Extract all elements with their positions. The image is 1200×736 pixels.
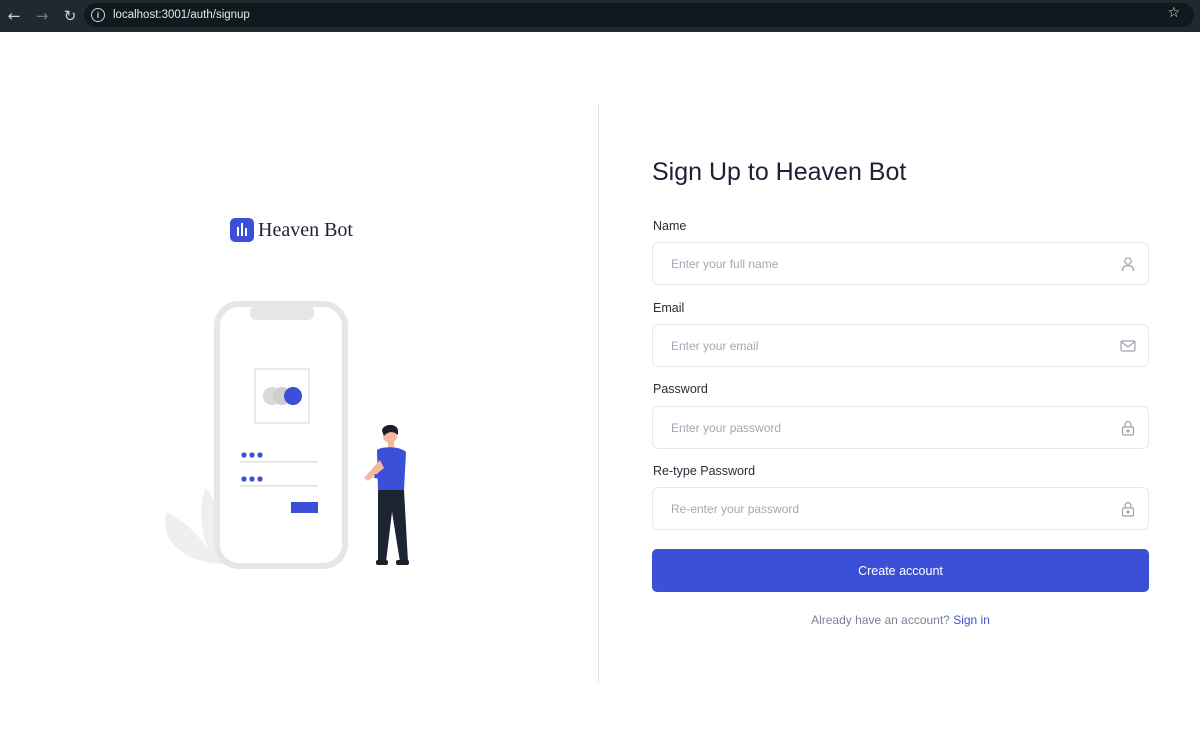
vertical-divider	[598, 103, 599, 683]
retype-password-field[interactable]	[652, 487, 1149, 530]
signin-prompt-text: Already have an account?	[811, 613, 950, 627]
email-label: Email	[653, 301, 685, 315]
browser-toolbar: ← → ↻ i localhost:3001/auth/signup ☆	[0, 0, 1200, 32]
lock-icon	[1121, 420, 1135, 436]
email-field[interactable]	[652, 324, 1149, 367]
retype-password-input[interactable]	[653, 488, 1148, 529]
page-title: Sign Up to Heaven Bot	[652, 158, 907, 186]
user-icon	[1121, 257, 1135, 272]
site-info-icon[interactable]: i	[91, 8, 105, 22]
signin-link[interactable]: Sign in	[953, 613, 990, 627]
reload-icon[interactable]: ↻	[56, 2, 84, 30]
address-bar[interactable]: i localhost:3001/auth/signup	[84, 3, 1194, 27]
phone-side-button	[343, 366, 347, 396]
brand-name: Heaven Bot	[258, 218, 353, 241]
phone-submit-bar	[291, 502, 318, 513]
email-input[interactable]	[653, 325, 1148, 366]
lock-icon	[1121, 501, 1135, 517]
bar-chart-icon	[230, 218, 254, 242]
password-input[interactable]	[653, 407, 1148, 448]
password-label: Password	[653, 382, 708, 396]
retype-password-label: Re-type Password	[653, 464, 756, 478]
name-label: Name	[653, 219, 687, 233]
password-field[interactable]	[652, 406, 1149, 449]
forward-icon[interactable]: →	[28, 2, 56, 30]
phone-notch	[250, 306, 314, 320]
name-input[interactable]	[653, 243, 1148, 284]
phone-frame	[214, 301, 348, 569]
person-figure	[364, 424, 409, 565]
signup-illustration	[164, 301, 409, 569]
brand: Heaven Bot	[230, 218, 353, 242]
create-account-button[interactable]: Create account	[652, 549, 1149, 592]
back-icon[interactable]: ←	[0, 2, 28, 30]
name-field[interactable]	[652, 242, 1149, 285]
url-text[interactable]: localhost:3001/auth/signup	[113, 9, 250, 21]
mail-icon	[1120, 340, 1136, 352]
bookmark-star-icon[interactable]: ☆	[1167, 5, 1180, 21]
signin-prompt: Already have an account? Sign in	[652, 613, 1149, 627]
